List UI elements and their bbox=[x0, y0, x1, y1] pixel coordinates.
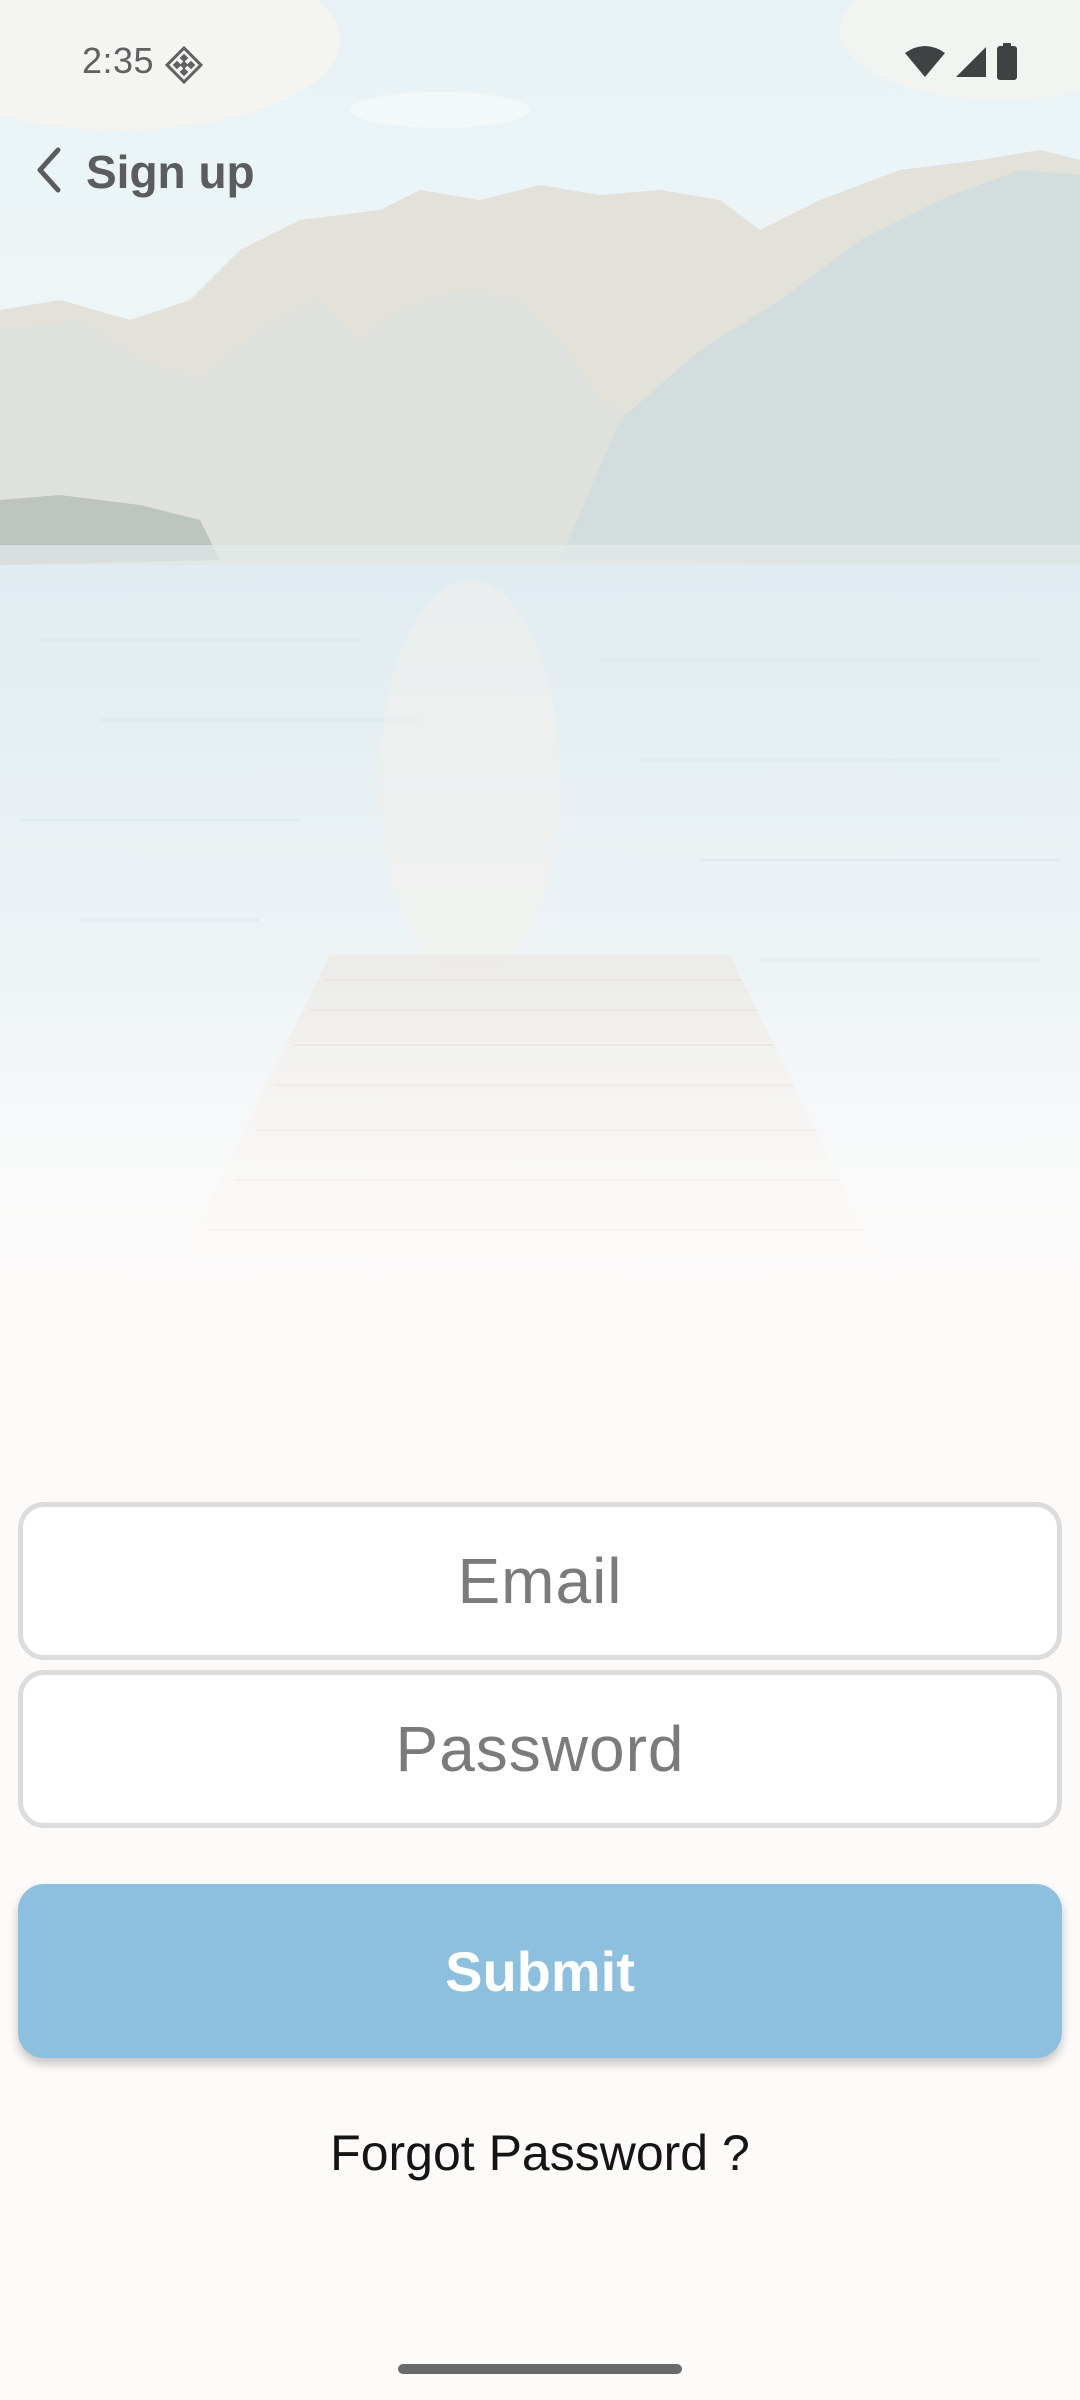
page-title: Sign up bbox=[86, 146, 255, 198]
back-button[interactable] bbox=[18, 132, 80, 212]
email-field-container bbox=[18, 1502, 1062, 1660]
email-field[interactable] bbox=[23, 1506, 1057, 1656]
status-bar: 2:35 bbox=[0, 0, 1080, 130]
forgot-password-link[interactable]: Forgot Password ? bbox=[0, 2124, 1080, 2182]
submit-button[interactable]: Submit bbox=[18, 1884, 1062, 2058]
password-field[interactable] bbox=[23, 1674, 1057, 1824]
signal-icon bbox=[954, 45, 988, 84]
home-indicator[interactable] bbox=[398, 2364, 682, 2374]
status-icons bbox=[904, 42, 1018, 86]
battery-icon bbox=[996, 42, 1018, 86]
password-field-container bbox=[18, 1670, 1062, 1828]
app-header: Sign up bbox=[18, 132, 255, 212]
diamond-grid-icon bbox=[164, 45, 204, 85]
wifi-icon bbox=[904, 45, 946, 84]
status-time: 2:35 bbox=[82, 40, 155, 81]
chevron-left-icon bbox=[32, 146, 66, 199]
